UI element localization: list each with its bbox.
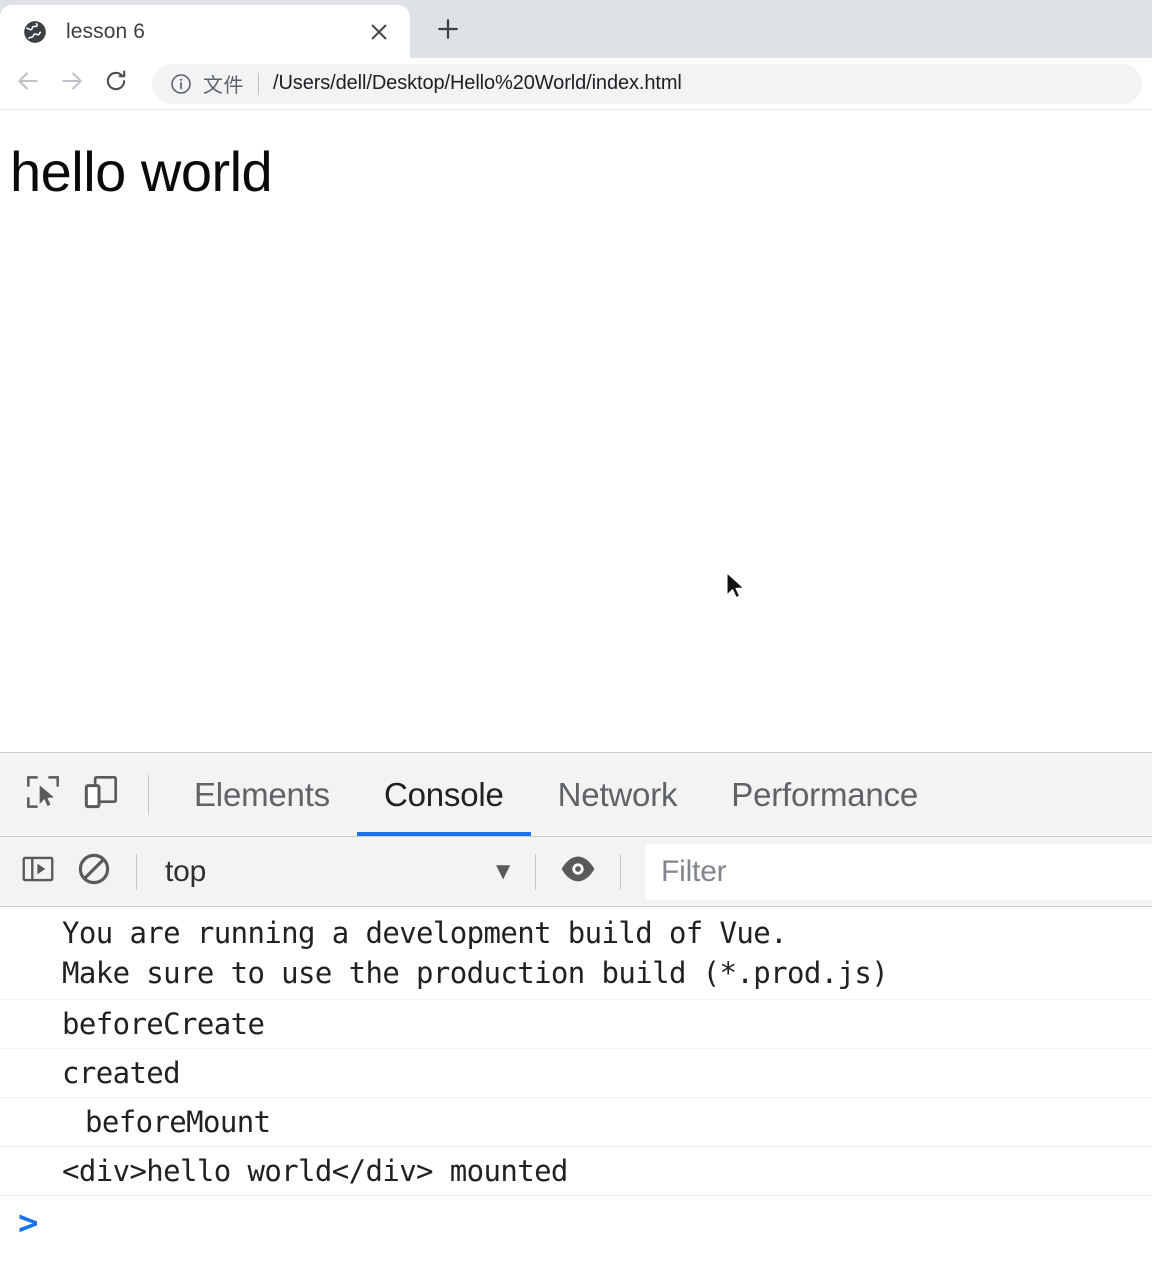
- tab-elements-label: Elements: [194, 775, 330, 813]
- console-context-selector[interactable]: top ▼: [151, 855, 521, 889]
- filterbar-divider-2: [535, 853, 536, 890]
- address-bar[interactable]: 文件 /Users/dell/Desktop/Hello%20World/ind…: [152, 63, 1142, 104]
- tab-performance[interactable]: Performance: [704, 753, 945, 836]
- console-message[interactable]: created: [0, 1049, 1152, 1099]
- console-input-prompt[interactable]: >: [0, 1196, 1152, 1284]
- console-filter-placeholder: Filter: [661, 854, 727, 888]
- console-filter-input[interactable]: Filter: [645, 843, 1152, 900]
- devtools-panel: Elements Console Network Performance top…: [0, 753, 1152, 1284]
- device-toolbar-icon: [81, 772, 121, 817]
- console-message[interactable]: beforeMount: [0, 1098, 1152, 1148]
- url-text: /Users/dell/Desktop/Hello%20World/index.…: [273, 72, 682, 94]
- browser-toolbar: 文件 /Users/dell/Desktop/Hello%20World/ind…: [0, 58, 1152, 110]
- plus-icon: [435, 16, 461, 47]
- filterbar-divider-3: [620, 853, 621, 890]
- mouse-cursor-icon: [725, 572, 747, 602]
- tab-console[interactable]: Console: [356, 753, 531, 836]
- clear-console-button[interactable]: [66, 844, 122, 900]
- devtools-toolbar-divider: [148, 774, 149, 815]
- tab-performance-label: Performance: [731, 775, 919, 813]
- tab-title: lesson 6: [66, 19, 146, 43]
- arrow-right-icon: [59, 68, 85, 99]
- page-viewport: hello world: [0, 110, 1152, 753]
- live-expression-eye-icon: [558, 849, 598, 894]
- inspect-element-icon: [23, 772, 63, 817]
- console-message[interactable]: You are running a development build of V…: [0, 907, 1152, 1001]
- tab-elements[interactable]: Elements: [167, 753, 357, 836]
- back-button[interactable]: [6, 62, 50, 106]
- browser-tab[interactable]: lesson 6: [0, 5, 410, 58]
- tab-network[interactable]: Network: [531, 753, 705, 836]
- close-icon[interactable]: [362, 15, 396, 49]
- reload-button[interactable]: [94, 62, 138, 106]
- console-filter-bar: top ▼ Filter: [0, 837, 1152, 907]
- reload-icon: [103, 68, 129, 99]
- info-circle-icon[interactable]: [168, 71, 194, 97]
- console-output: You are running a development build of V…: [0, 907, 1152, 1284]
- chevron-down-icon: ▼: [491, 857, 515, 885]
- console-message[interactable]: beforeCreate: [0, 1000, 1152, 1050]
- clear-console-icon: [75, 850, 113, 893]
- device-toolbar-button[interactable]: [72, 766, 130, 824]
- console-message[interactable]: <div>hello world</div> mounted: [0, 1147, 1152, 1197]
- forward-button[interactable]: [50, 62, 94, 106]
- globe-icon: [22, 19, 48, 45]
- new-tab-button[interactable]: [424, 7, 472, 55]
- browser-window: lesson 6 文件 /Users/dell/Desktop/Hello%20…: [0, 0, 1152, 1284]
- tab-network-label: Network: [557, 775, 678, 813]
- tab-console-label: Console: [383, 775, 504, 813]
- console-context-value: top: [165, 854, 207, 888]
- inspect-element-button[interactable]: [14, 766, 72, 824]
- devtools-tabbar: Elements Console Network Performance: [0, 753, 1152, 837]
- console-sidebar-button[interactable]: [10, 844, 66, 900]
- filterbar-divider-1: [136, 853, 137, 890]
- page-heading: hello world: [10, 140, 273, 203]
- live-expression-button[interactable]: [550, 844, 606, 900]
- url-scheme-label: 文件: [203, 75, 244, 97]
- arrow-left-icon: [15, 68, 41, 99]
- tab-strip: lesson 6: [0, 0, 1152, 58]
- prompt-caret-icon: >: [18, 1203, 39, 1244]
- omnibox-divider: [258, 72, 259, 95]
- console-sidebar-icon: [19, 850, 57, 893]
